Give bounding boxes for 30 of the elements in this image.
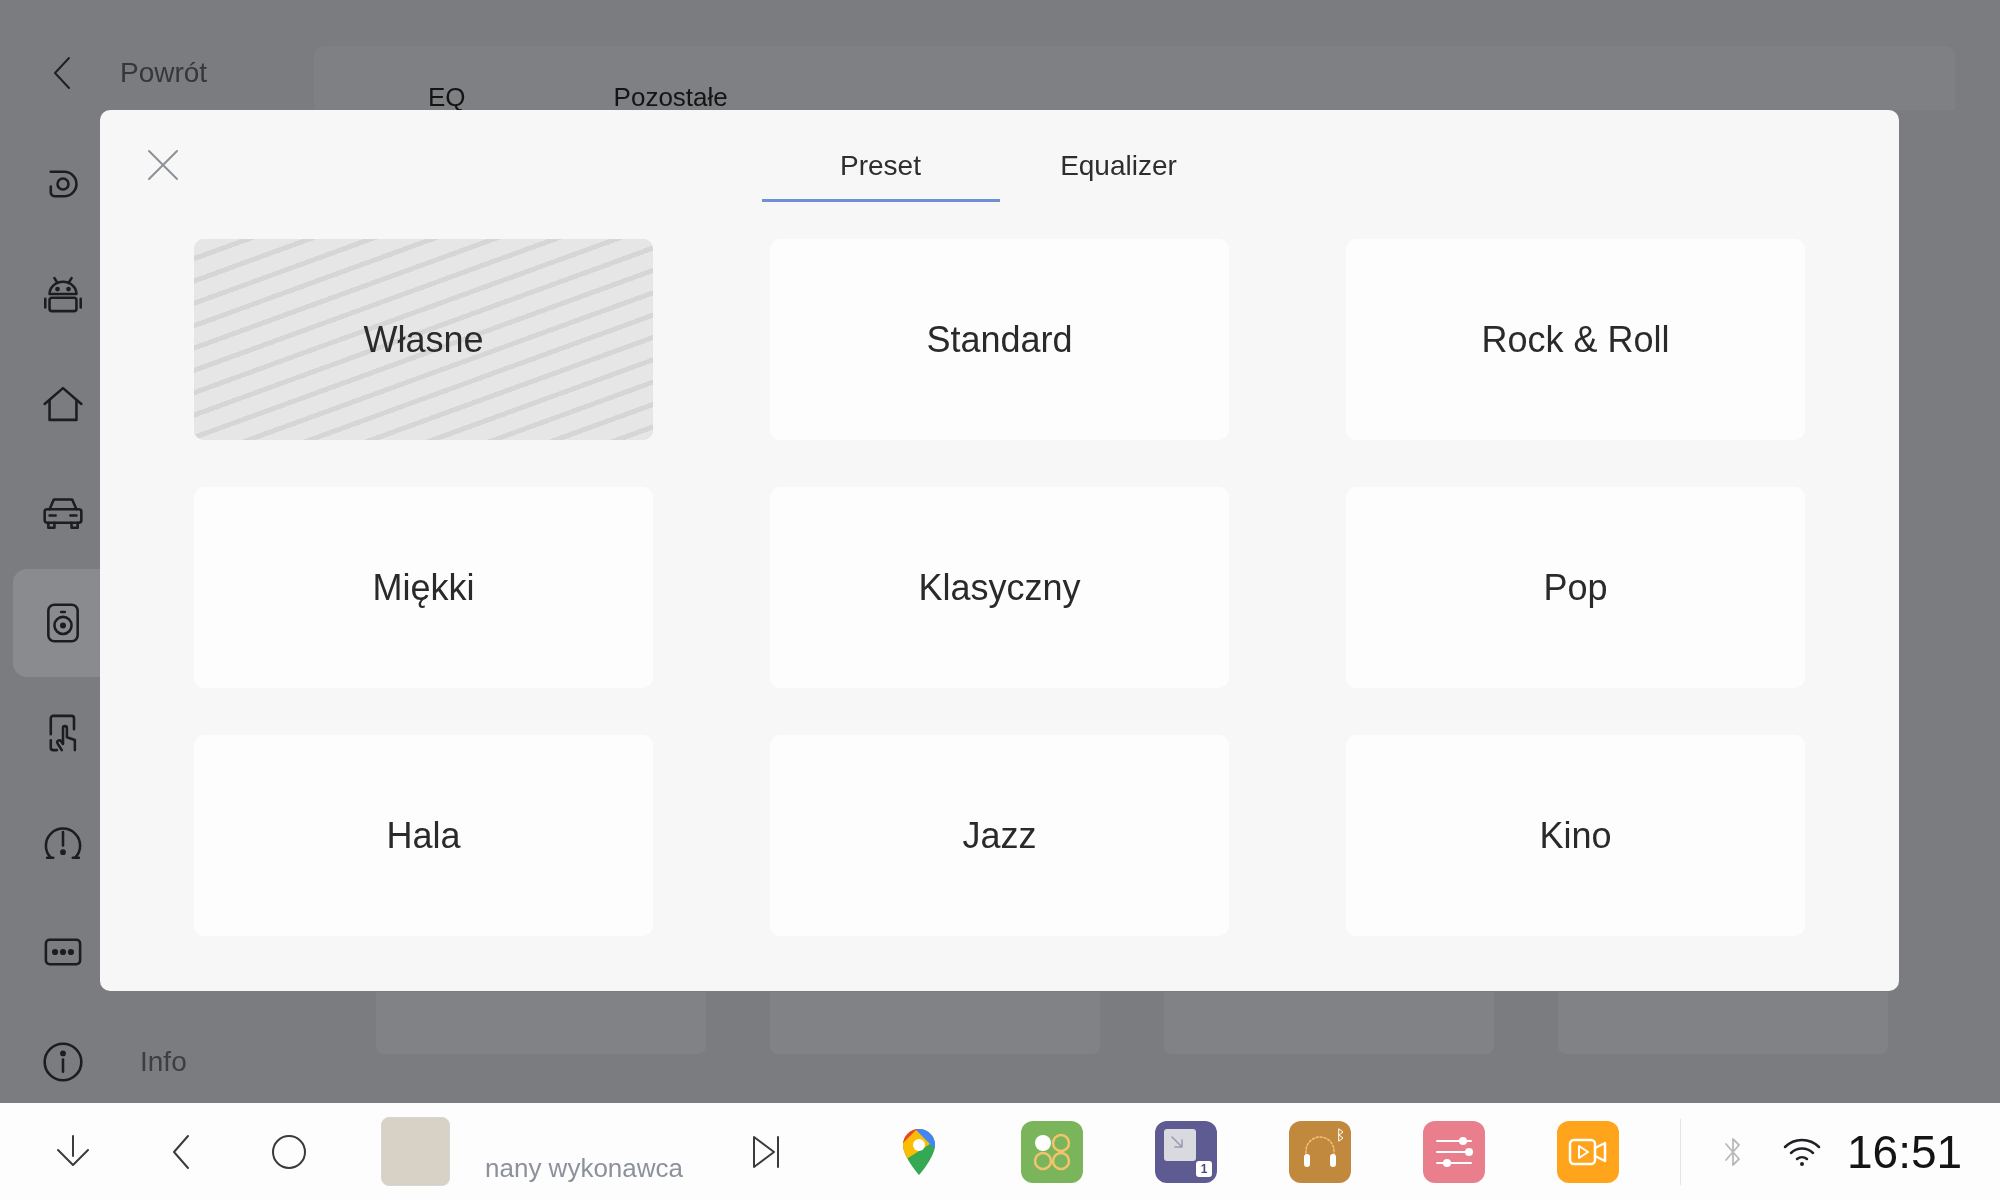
sliders-app-icon[interactable] bbox=[1423, 1120, 1485, 1183]
info-icon bbox=[41, 1040, 85, 1084]
chevron-left-icon bbox=[53, 56, 71, 90]
sidebar-item[interactable] bbox=[13, 569, 100, 677]
preset-option[interactable]: Standard bbox=[770, 239, 1229, 440]
window-count: 1 bbox=[1196, 1160, 1212, 1177]
tab[interactable]: Preset bbox=[761, 132, 1000, 202]
wifi-icon[interactable] bbox=[1782, 1136, 1822, 1167]
preset-option[interactable]: Kino bbox=[1346, 735, 1805, 936]
preset-option[interactable]: Rock & Roll bbox=[1346, 239, 1805, 440]
skip-next-icon[interactable] bbox=[751, 1133, 781, 1170]
preset-option[interactable]: Własne bbox=[194, 239, 653, 440]
window-app-button[interactable]: 1 bbox=[1155, 1120, 1217, 1183]
preset-option[interactable]: Pop bbox=[1346, 487, 1805, 688]
artist-name: nany wykonawca bbox=[485, 1152, 683, 1183]
clock: 16:51 bbox=[1847, 1125, 1963, 1178]
close-icon[interactable] bbox=[147, 149, 179, 181]
window-icon bbox=[1164, 1128, 1196, 1161]
tab[interactable]: Equalizer bbox=[999, 132, 1238, 202]
tab[interactable]: EQ bbox=[428, 84, 466, 110]
preset-option[interactable]: Miękki bbox=[194, 487, 653, 688]
photo-placeholder bbox=[381, 1117, 450, 1186]
headphones-app-icon[interactable] bbox=[1289, 1120, 1351, 1183]
tab[interactable]: Pozostałe bbox=[613, 84, 728, 110]
preset-option[interactable]: Hala bbox=[194, 735, 653, 936]
home-icon[interactable] bbox=[271, 1133, 307, 1170]
circles-app-icon[interactable] bbox=[1021, 1120, 1083, 1183]
preset-option[interactable]: Jazz bbox=[770, 735, 1229, 936]
preset-option[interactable]: Klasyczny bbox=[770, 487, 1229, 688]
back-icon[interactable] bbox=[171, 1133, 191, 1170]
